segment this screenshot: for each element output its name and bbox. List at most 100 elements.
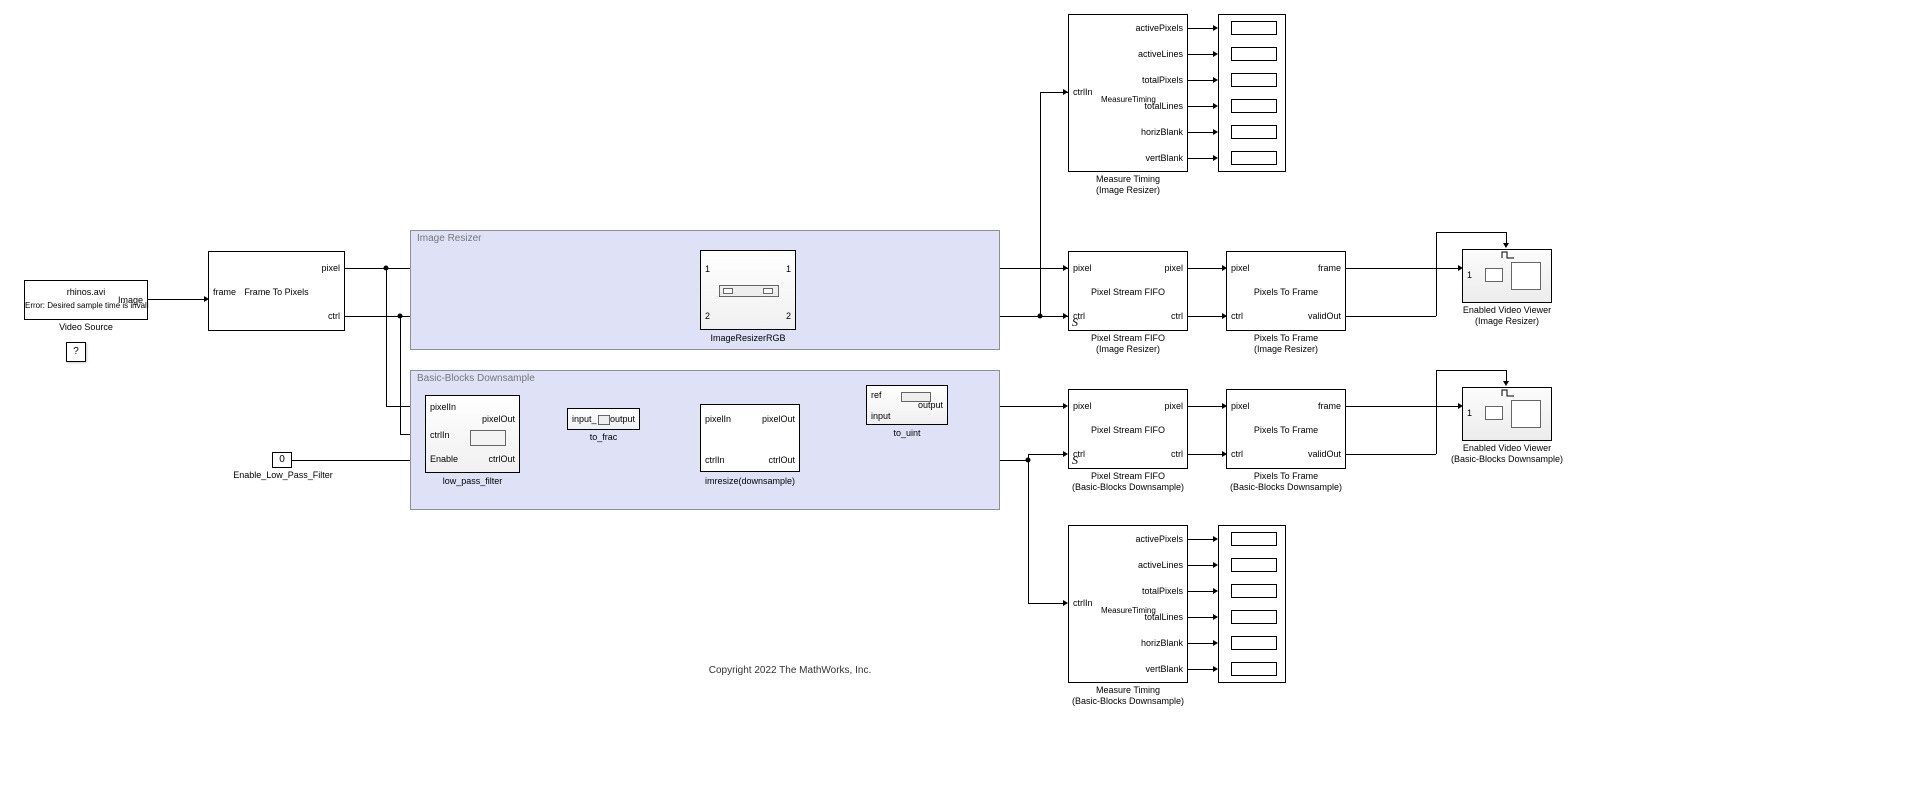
mt2-ctrlIn: ctrlIn (1073, 598, 1093, 608)
ftp-out-ctrl: ctrl (328, 311, 340, 321)
ptf2-center: Pixels To Frame (1227, 425, 1345, 435)
enable-lpf-constant[interactable]: 0 (272, 452, 292, 468)
fifo2-in-pixel: pixel (1073, 401, 1092, 411)
imresize-block[interactable]: pixelIn pixelOut ctrlIn ctrlOut (700, 404, 800, 472)
imr-ctrlIn: ctrlIn (705, 455, 725, 465)
tofrac-caption: to_frac (567, 432, 640, 442)
mt1-caption2: (Image Resizer) (1068, 185, 1188, 195)
mt1-caption1: Measure Timing (1068, 174, 1188, 184)
lpf-pixelOut: pixelOut (482, 414, 515, 424)
mt2-caption2: (Basic-Blocks Downsample) (1058, 696, 1198, 706)
lpf-ctrlOut: ctrlOut (488, 454, 515, 464)
frame-to-pixels-block[interactable]: frame Frame To Pixels pixel ctrl (208, 251, 345, 331)
irr-in2: 2 (705, 311, 710, 321)
measure-timing-top[interactable]: ctrlIn MeasureTiming activePixels active… (1068, 14, 1188, 172)
to-frac-block[interactable]: input_ output (567, 408, 640, 430)
mt1-o6: vertBlank (1145, 153, 1183, 163)
tofrac-in: input_ (572, 414, 597, 424)
mt2-caption1: Measure Timing (1058, 685, 1198, 695)
ptf2-sub: (Basic-Blocks Downsample) (1216, 482, 1356, 492)
mt1-o1: activePixels (1135, 23, 1183, 33)
low-pass-filter-block[interactable]: pixelIn ctrlIn Enable pixelOut ctrlOut (425, 395, 520, 473)
image-resizer-title: Image Resizer (417, 233, 481, 244)
touint-caption: to_uint (866, 428, 948, 438)
fifo-basicblocks[interactable]: pixel pixel ctrl ctrl Pixel Stream FIFO … (1068, 389, 1188, 469)
fifo2-center: Pixel Stream FIFO (1069, 425, 1187, 435)
video-source-port-image: Image (118, 295, 143, 305)
viewer2-caption: Enabled Video Viewer (1442, 443, 1572, 453)
imr-pixelIn: pixelIn (705, 414, 731, 424)
fifo2-sub: (Basic-Blocks Downsample) (1058, 482, 1198, 492)
measure-timing-bottom[interactable]: ctrlIn MeasureTiming activePixels active… (1068, 525, 1188, 683)
irr-out2: 2 (786, 311, 791, 321)
viewer-image-resizer[interactable]: 1 (1462, 249, 1552, 303)
ptf2-caption: Pixels To Frame (1216, 471, 1356, 481)
imr-pixelOut: pixelOut (762, 414, 795, 424)
tofrac-out: output (610, 414, 635, 424)
irr-caption: ImageResizerRGB (700, 333, 796, 343)
mt2-o5: horizBlank (1141, 638, 1183, 648)
mt2-o4: totalLines (1144, 612, 1183, 622)
ptf1-caption: Pixels To Frame (1226, 333, 1346, 343)
fifo1-in-pixel: pixel (1073, 263, 1092, 273)
viewer1-port: 1 (1467, 270, 1472, 280)
fifo1-center: Pixel Stream FIFO (1069, 287, 1187, 297)
ptf1-out-frame: frame (1318, 263, 1341, 273)
mt2-o2: activeLines (1138, 560, 1183, 570)
image-resizer-rgb-block[interactable]: 1 2 1 2 (700, 250, 796, 330)
fifo2-out-ctrl: ctrl (1171, 449, 1183, 459)
ftp-out-pixel: pixel (321, 263, 340, 273)
ptf2-out-frame: frame (1318, 401, 1341, 411)
viewer2-sub: (Basic-Blocks Downsample) (1442, 454, 1572, 464)
ptf-image-resizer[interactable]: pixel frame ctrl validOut Pixels To Fram… (1226, 251, 1346, 331)
ptf1-in-pixel: pixel (1231, 263, 1250, 273)
mt2-o6: vertBlank (1145, 664, 1183, 674)
viewer1-caption: Enabled Video Viewer (1452, 305, 1562, 315)
mt2-o3: totalPixels (1142, 586, 1183, 596)
fifo1-caption: Pixel Stream FIFO (1068, 333, 1188, 343)
video-source-caption: Video Source (24, 322, 148, 332)
lpf-enable: Enable (430, 454, 458, 464)
fifo1-sub: (Image Resizer) (1068, 344, 1188, 354)
fifo1-out-ctrl: ctrl (1171, 311, 1183, 321)
viewer-basicblocks[interactable]: 1 (1462, 387, 1552, 441)
ftp-center: Frame To Pixels (209, 287, 344, 297)
doc-block[interactable]: ? (66, 342, 86, 362)
lpf-caption: low_pass_filter (425, 476, 520, 486)
diagram-canvas: rhinos.avi Error: Desired sample time is… (0, 0, 1907, 792)
irr-in1: 1 (705, 264, 710, 274)
display-top[interactable] (1218, 14, 1286, 172)
mt1-ctrlIn: ctrlIn (1073, 87, 1093, 97)
to-uint-block[interactable]: ref input output (866, 385, 948, 425)
display-bottom[interactable] (1218, 525, 1286, 683)
touint-ref: ref (871, 390, 882, 400)
viewer2-port: 1 (1467, 408, 1472, 418)
mt2-o1: activePixels (1135, 534, 1183, 544)
fifo2-caption: Pixel Stream FIFO (1058, 471, 1198, 481)
fifo2-out-pixel: pixel (1164, 401, 1183, 411)
lpf-ctrlIn: ctrlIn (430, 430, 450, 440)
ptf2-in-ctrl: ctrl (1231, 449, 1243, 459)
lpf-pixelIn: pixelIn (430, 402, 456, 412)
ptf1-sub: (Image Resizer) (1226, 344, 1346, 354)
irr-out1: 1 (786, 264, 791, 274)
mt1-o2: activeLines (1138, 49, 1183, 59)
ptf-basicblocks[interactable]: pixel frame ctrl validOut Pixels To Fram… (1226, 389, 1346, 469)
ptf1-center: Pixels To Frame (1227, 287, 1345, 297)
copyright-text: Copyright 2022 The MathWorks, Inc. (660, 665, 920, 676)
fifo1-out-pixel: pixel (1164, 263, 1183, 273)
const-caption: Enable_Low_Pass_Filter (228, 470, 338, 480)
imr-ctrlOut: ctrlOut (768, 455, 795, 465)
fifo-image-resizer[interactable]: pixel pixel ctrl ctrl Pixel Stream FIFO … (1068, 251, 1188, 331)
ptf1-out-valid: validOut (1308, 311, 1341, 321)
mt1-o3: totalPixels (1142, 75, 1183, 85)
imr-caption: imresize(downsample) (690, 476, 810, 486)
const-value: 0 (279, 454, 285, 465)
viewer1-sub: (Image Resizer) (1452, 316, 1562, 326)
mt1-o5: horizBlank (1141, 127, 1183, 137)
mt1-o4: totalLines (1144, 101, 1183, 111)
doc-block-label: ? (73, 346, 79, 357)
ptf2-out-valid: validOut (1308, 449, 1341, 459)
touint-input: input (871, 411, 891, 421)
video-source-block[interactable]: rhinos.avi Error: Desired sample time is… (24, 280, 148, 320)
